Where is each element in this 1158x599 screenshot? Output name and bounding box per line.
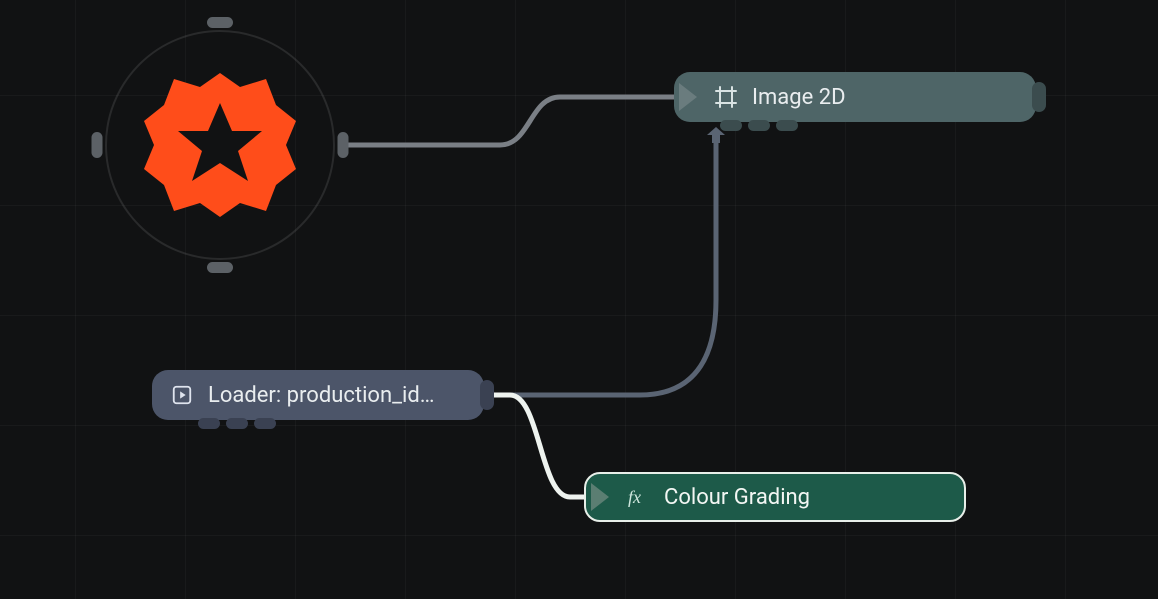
hub-port-right[interactable] (338, 132, 349, 158)
node-colour-grading-input[interactable] (586, 474, 616, 520)
node-image-2d-bottom-ports[interactable] (720, 120, 798, 131)
svg-text:fx: fx (628, 487, 641, 507)
star-gear-icon (140, 65, 300, 225)
node-loader-bottom-ports[interactable] (198, 418, 276, 429)
node-colour-grading-label: Colour Grading (664, 485, 810, 510)
node-image-2d-input[interactable] (674, 72, 704, 122)
arrow-in-icon (679, 83, 697, 111)
frame-icon (714, 85, 738, 109)
hub-port-top[interactable] (207, 17, 233, 28)
node-image-2d-label: Image 2D (752, 85, 846, 110)
hub-node[interactable] (90, 15, 350, 275)
hub-port-left[interactable] (92, 132, 103, 158)
node-loader[interactable]: Loader: production_id… (152, 370, 484, 420)
node-image-2d-output[interactable] (1032, 82, 1046, 112)
node-colour-grading[interactable]: fx Colour Grading (584, 472, 966, 522)
node-loader-input[interactable] (152, 370, 182, 420)
node-loader-label: Loader: production_id… (208, 383, 435, 408)
fx-icon: fx (626, 485, 650, 509)
hub-port-bottom[interactable] (207, 262, 233, 273)
arrow-in-icon (591, 483, 609, 511)
node-image-2d[interactable]: Image 2D (674, 72, 1036, 122)
node-loader-output[interactable] (480, 380, 494, 410)
